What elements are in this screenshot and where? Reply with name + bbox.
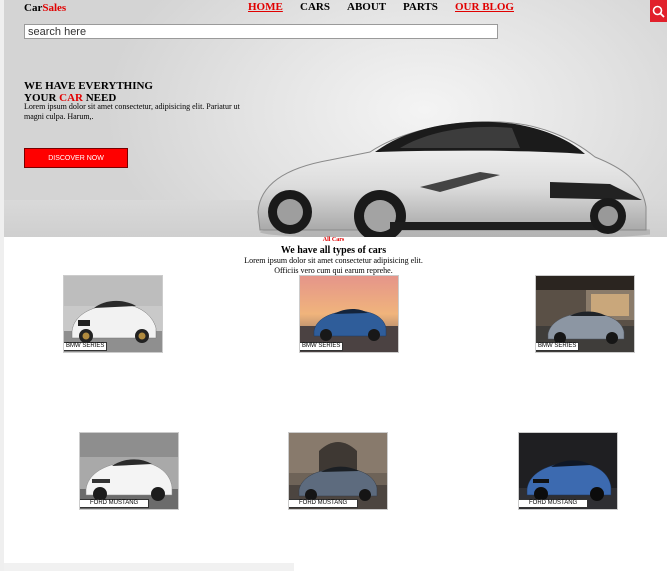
nav-about[interactable]: ABOUT — [347, 1, 386, 13]
car-card-2[interactable]: BMW SERIES — [299, 275, 399, 353]
car-image-1 — [64, 276, 162, 352]
nav-home[interactable]: HOME — [248, 1, 283, 13]
car-image-6 — [519, 433, 617, 509]
section-tag: All Cars — [322, 237, 345, 243]
car-card-2-label: BMW SERIES — [300, 342, 344, 351]
hero-heading-line1: WE HAVE EVERYTHING — [24, 80, 153, 92]
car-image-3 — [536, 276, 634, 352]
car-image-4 — [80, 433, 178, 509]
car-card-6[interactable]: FORD MUSTANG — [518, 432, 618, 510]
car-card-3[interactable]: BMW SERIES — [535, 275, 635, 353]
car-card-6-label: FORD MUSTANG — [519, 499, 589, 508]
car-image-5 — [289, 433, 387, 509]
car-card-1[interactable]: BMW SERIES — [63, 275, 163, 353]
discover-now-button[interactable]: DISCOVER NOW — [24, 148, 128, 168]
nav-cars[interactable]: CARS — [300, 1, 330, 13]
car-card-5-label: FORD MUSTANG — [289, 499, 359, 508]
hero-description: Lorem ipsum dolor sit amet consectetur, … — [24, 102, 240, 121]
page-bottom-strip — [4, 563, 294, 571]
car-card-5[interactable]: FORD MUSTANG — [288, 432, 388, 510]
search-button[interactable] — [650, 0, 667, 22]
hero-car-image — [257, 121, 650, 237]
brand-logo-part2: Sales — [42, 2, 67, 14]
car-card-4[interactable]: FORD MUSTANG — [79, 432, 179, 510]
hero-heading: WE HAVE EVERYTHING YOUR CAR NEED — [24, 80, 153, 104]
brand-logo-part1: Car — [24, 2, 43, 14]
section-description: Lorem ipsum dolor sit amet consectetur a… — [0, 256, 667, 276]
nav-our-blog[interactable]: OUR BLOG — [455, 1, 514, 13]
search-input[interactable] — [24, 24, 498, 39]
section-title: We have all types of cars — [280, 245, 387, 256]
nav-parts[interactable]: PARTS — [403, 1, 438, 13]
car-card-3-label: BMW SERIES — [536, 342, 580, 351]
brand-logo[interactable]: CarSales — [24, 2, 66, 14]
car-card-4-label: FORD MUSTANG — [80, 499, 150, 508]
section-description-line1: Lorem ipsum dolor sit amet consectetur a… — [244, 256, 423, 265]
car-card-1-label: BMW SERIES — [64, 342, 108, 351]
car-image-2 — [300, 276, 398, 352]
search-icon — [652, 5, 665, 18]
